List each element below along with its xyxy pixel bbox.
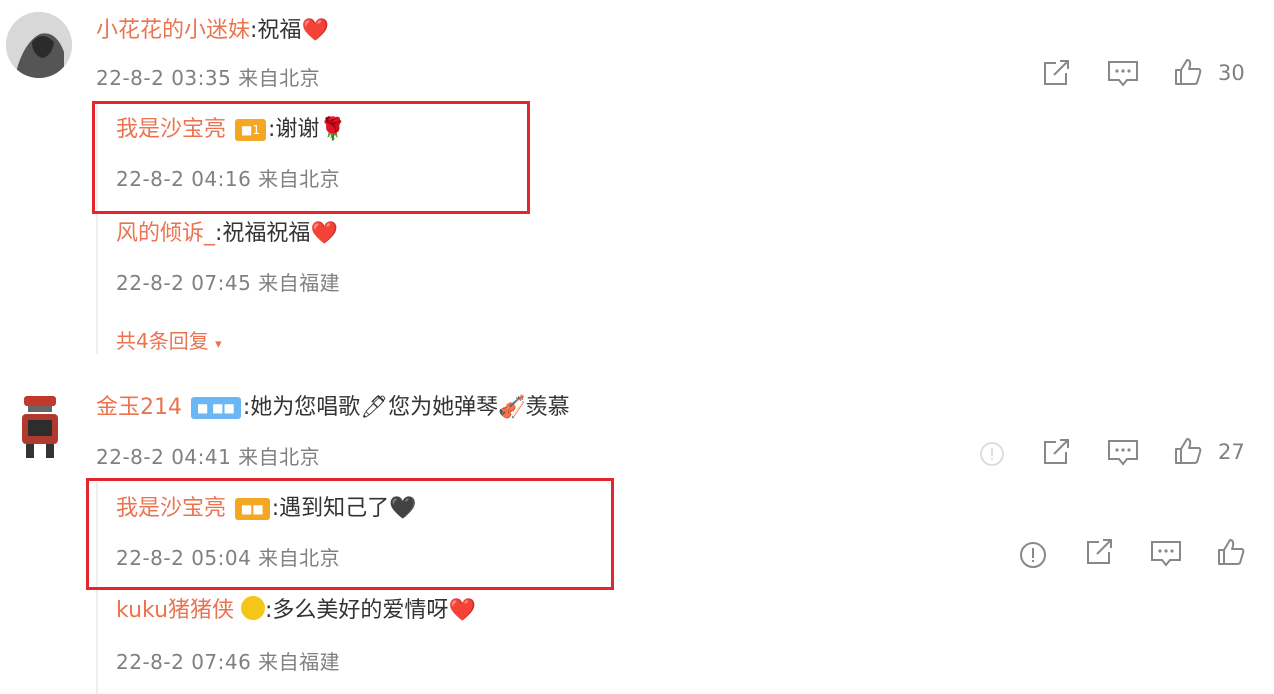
reply-meta: 22-8-2 07:46 来自福建 — [116, 650, 341, 674]
reply-line: 我是沙宝亮 ■1:谢谢🌹 — [116, 115, 347, 145]
more-replies-label: 共4条回复 — [116, 329, 209, 353]
reply-username[interactable]: 我是沙宝亮 — [116, 117, 226, 142]
reply-line: 我是沙宝亮 ■■:遇到知己了🖤 — [116, 494, 417, 524]
member-badge: ■1 — [235, 119, 266, 141]
reply-line: 风的倾诉_:祝福祝福❤️ — [116, 219, 338, 249]
comment-line: 金玉214 ■ ■■:她为您唱歌🖊您为她弹琴🎻羡慕 — [96, 393, 570, 423]
comment-text: :祝福 — [250, 18, 302, 43]
share-icon[interactable] — [1040, 437, 1074, 467]
comment-icon[interactable] — [1148, 538, 1184, 568]
emoji-badge — [241, 596, 266, 620]
heart-emoji: ❤️ — [301, 18, 329, 43]
like-icon[interactable] — [1172, 435, 1204, 467]
comment-meta: 22-8-2 03:35 来自北京 — [96, 66, 321, 90]
black-heart-emoji: 🖤 — [389, 496, 417, 521]
member-badge: ■■ — [235, 498, 270, 520]
share-icon[interactable] — [1083, 537, 1117, 567]
more-replies-link[interactable]: 共4条回复 ▾ — [116, 325, 222, 354]
like-count: 27 — [1218, 440, 1245, 464]
like-icon[interactable] — [1215, 536, 1247, 568]
reply-text: :遇到知己了 — [271, 496, 390, 521]
comment-icon[interactable] — [1105, 437, 1141, 467]
share-icon[interactable] — [1040, 58, 1074, 88]
reply-line: kuku猪猪侠 :多么美好的爱情呀❤️ — [116, 596, 476, 626]
rose-emoji: 🌹 — [319, 117, 347, 142]
reply-text: :祝福祝福 — [215, 221, 311, 246]
reply-username[interactable]: 风的倾诉_ — [116, 221, 215, 246]
reply-username[interactable]: kuku猪猪侠 — [116, 598, 234, 623]
like-count: 30 — [1218, 61, 1245, 85]
comment-line: 小花花的小迷妹:祝福❤️ — [96, 16, 329, 46]
reply-meta: 22-8-2 05:04 来自北京 — [116, 546, 341, 570]
comment-icon[interactable] — [1105, 58, 1141, 88]
reply-username[interactable]: 我是沙宝亮 — [116, 496, 226, 521]
heart-emoji: ❤️ — [310, 221, 338, 246]
comment-text: :她为您唱歌🖊您为她弹琴🎻羡慕 — [242, 395, 570, 420]
avatar-image — [6, 12, 72, 78]
avatar[interactable] — [6, 12, 72, 78]
avatar-image — [22, 396, 58, 458]
comment-meta: 22-8-2 04:41 来自北京 — [96, 445, 321, 469]
comment-username[interactable]: 金玉214 — [96, 395, 182, 420]
comment-username[interactable]: 小花花的小迷妹 — [96, 18, 250, 43]
chevron-down-icon: ▾ — [215, 337, 222, 352]
reply-meta: 22-8-2 04:16 来自北京 — [116, 167, 341, 191]
reply-text: :多么美好的爱情呀 — [265, 598, 449, 623]
heart-emoji: ❤️ — [448, 598, 476, 623]
like-icon[interactable] — [1172, 56, 1204, 88]
avatar[interactable] — [12, 390, 68, 460]
report-icon[interactable] — [1018, 540, 1048, 570]
reply-meta: 22-8-2 07:45 来自福建 — [116, 271, 341, 295]
reply-text: :谢谢 — [268, 117, 320, 142]
member-badge: ■ ■■ — [191, 397, 241, 419]
report-icon[interactable] — [978, 440, 1006, 468]
